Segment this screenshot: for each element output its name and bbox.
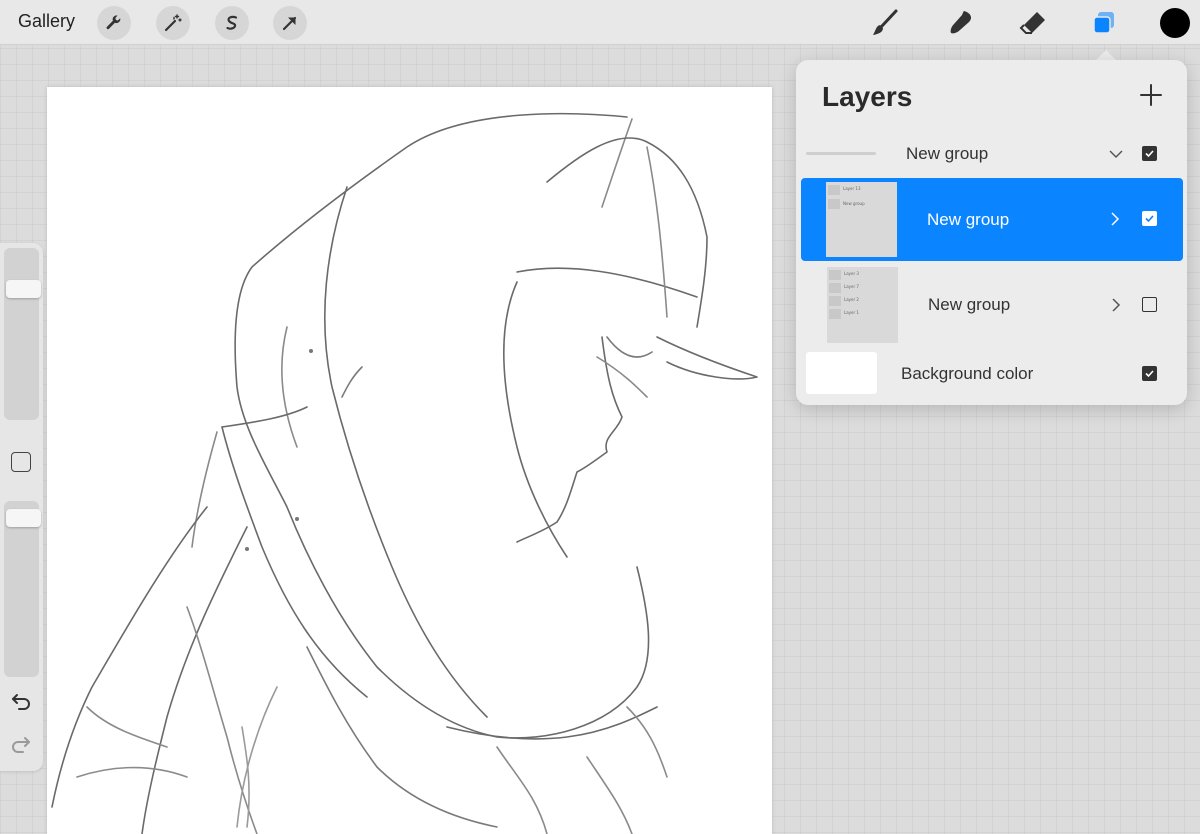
opacity-slider[interactable] xyxy=(4,501,41,677)
left-sidebar xyxy=(0,243,43,771)
brush-icon[interactable] xyxy=(868,6,902,40)
thumb-mini-icon xyxy=(828,185,840,195)
layer-thumbnail: Layer 13 New group xyxy=(826,182,897,257)
magic-wand-icon[interactable] xyxy=(156,6,190,40)
modify-square-icon[interactable] xyxy=(11,452,31,472)
redo-icon[interactable] xyxy=(10,733,32,755)
color-picker-swatch[interactable] xyxy=(1160,8,1190,38)
undo-icon[interactable] xyxy=(10,690,32,712)
gallery-button[interactable]: Gallery xyxy=(18,11,75,32)
thumb-text: New group xyxy=(843,201,865,206)
add-layer-plus-icon[interactable] xyxy=(1138,82,1164,108)
thumb-text: Layer 13 xyxy=(843,186,861,191)
group-indent-bar xyxy=(806,152,876,155)
thumb-text: Layer 3 xyxy=(844,271,859,276)
brush-size-slider[interactable] xyxy=(4,248,41,420)
sketch-artwork xyxy=(51,112,758,834)
visibility-checkbox[interactable] xyxy=(1142,297,1157,312)
layer-group-row[interactable]: Layer 3 Layer 7 Layer 2 Layer 1 New grou… xyxy=(802,263,1182,347)
layer-group-row-selected[interactable]: Layer 13 New group New group xyxy=(801,178,1183,261)
thumb-mini-icon xyxy=(829,270,841,280)
thumb-mini-icon xyxy=(829,309,841,319)
thumb-mini-icon xyxy=(829,296,841,306)
layer-group-row-expanded[interactable]: New group xyxy=(802,132,1182,176)
thumb-text: Layer 7 xyxy=(844,284,859,289)
top-toolbar: Gallery xyxy=(0,0,1200,45)
layers-panel: Layers New group Layer 13 New group New … xyxy=(796,60,1187,405)
chevron-right-icon[interactable] xyxy=(1107,211,1123,227)
background-color-thumbnail xyxy=(806,352,877,394)
brush-size-thumb[interactable] xyxy=(6,280,41,298)
layer-name: New group xyxy=(927,210,1010,229)
layer-name: New group xyxy=(928,295,1011,314)
visibility-checkbox[interactable] xyxy=(1142,366,1157,381)
thumb-mini-icon xyxy=(828,199,840,209)
visibility-checkbox[interactable] xyxy=(1142,146,1157,161)
layer-name: New group xyxy=(906,144,989,163)
chevron-down-icon[interactable] xyxy=(1108,146,1124,162)
smudge-icon[interactable] xyxy=(944,6,978,40)
opacity-thumb[interactable] xyxy=(6,509,41,527)
visibility-checkbox[interactable] xyxy=(1142,211,1157,226)
background-color-row[interactable]: Background color xyxy=(802,350,1182,398)
thumb-text: Layer 2 xyxy=(844,297,859,302)
thumb-text: Layer 1 xyxy=(844,310,859,315)
transform-arrow-icon[interactable] xyxy=(273,6,307,40)
layer-name: Background color xyxy=(901,364,1034,383)
layers-icon[interactable] xyxy=(1087,6,1121,40)
layer-thumbnail: Layer 3 Layer 7 Layer 2 Layer 1 xyxy=(827,267,898,343)
eraser-icon[interactable] xyxy=(1016,6,1050,40)
panel-title: Layers xyxy=(822,81,913,112)
chevron-right-icon[interactable] xyxy=(1108,297,1124,313)
drawing-canvas[interactable] xyxy=(47,87,772,834)
wrench-icon[interactable] xyxy=(97,6,131,40)
thumb-mini-icon xyxy=(829,283,841,293)
selection-s-icon[interactable] xyxy=(215,6,249,40)
